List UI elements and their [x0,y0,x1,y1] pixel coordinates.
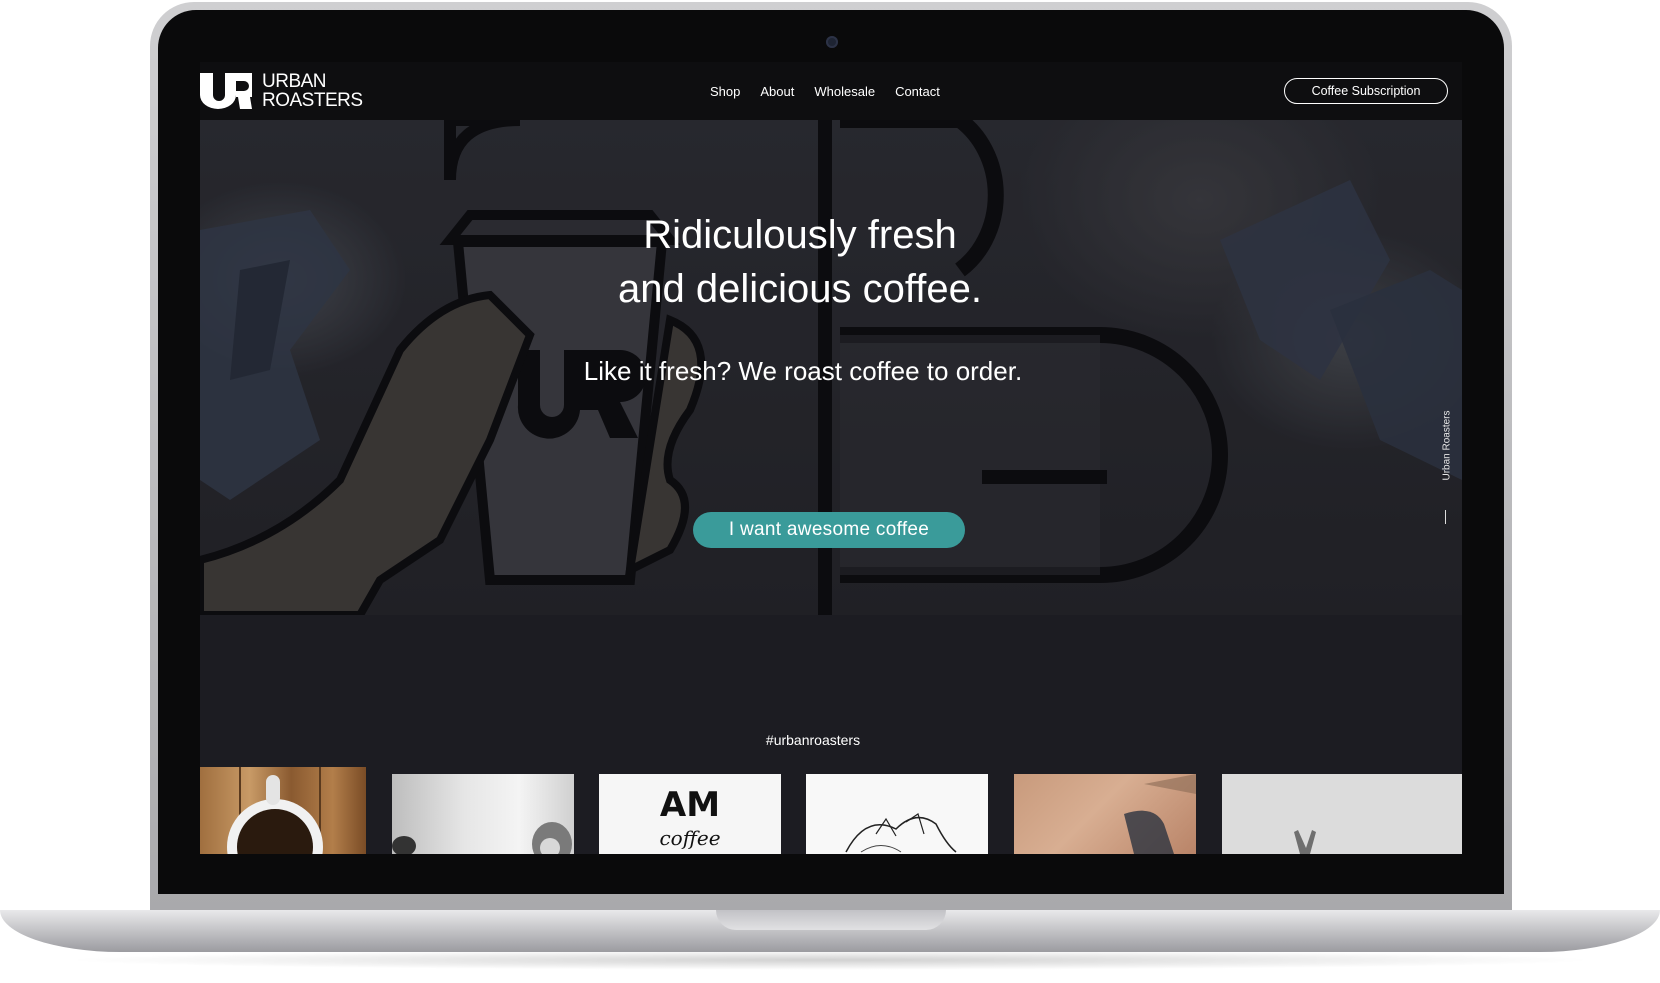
nav-item-contact[interactable]: Contact [895,84,940,99]
instagram-gallery: AM coffee [200,767,1462,854]
side-label-text: Urban Roasters [1441,410,1453,481]
website-screen: URBAN ROASTERS Shop About Wholesale Cont… [200,62,1462,854]
camera-icon [826,36,838,48]
coffee-cup-icon [227,767,323,854]
laptop-notch [716,910,946,930]
gallery-tile-coffee-bag[interactable] [1014,774,1196,854]
main-menu: Shop About Wholesale Contact [710,62,940,120]
side-vertical-label: Urban Roasters [1440,380,1454,560]
side-label-line [1445,510,1446,524]
am-coffee-lettering: AM [599,788,781,822]
coffee-script-text: coffee [659,826,721,850]
top-nav: URBAN ROASTERS Shop About Wholesale Cont… [200,62,1462,120]
gallery-tile-am-coffee[interactable]: AM coffee [599,774,781,854]
laptop-shadow [60,950,1600,970]
hero-subtitle: Like it fresh? We roast coffee to order. [583,356,1023,386]
ur-logo-icon [200,73,252,109]
coffee-bag-icon [1124,774,1196,854]
hero-title-line1: Ridiculously fresh [643,213,957,257]
gallery-tile-sketch[interactable] [806,774,988,854]
instagram-hashtag[interactable]: #urbanroasters [200,732,1426,748]
portrait-photo-icon [392,822,572,854]
nav-item-wholesale[interactable]: Wholesale [814,84,875,99]
brand-line1: URBAN [262,71,327,92]
sketch-illustration-icon [845,813,957,853]
hero-title: Ridiculously fresh and delicious coffee. [200,208,1400,316]
hero-title-line2: and delicious coffee. [618,267,982,311]
awesome-coffee-button[interactable]: I want awesome coffee [693,512,965,548]
gallery-tile-coffee-cup[interactable] [200,767,366,854]
hero-section: Ridiculously fresh and delicious coffee.… [200,120,1462,615]
hand-peace-icon [1294,830,1316,854]
brand-line2: ROASTERS [262,90,363,111]
brand-logo[interactable]: URBAN ROASTERS [200,72,363,110]
am-text: AM [659,785,721,825]
brand-wordmark: URBAN ROASTERS [262,72,363,110]
nav-item-shop[interactable]: Shop [710,84,740,99]
gallery-tile-portrait[interactable] [392,774,574,854]
coffee-subscription-button[interactable]: Coffee Subscription [1284,78,1448,104]
nav-item-about[interactable]: About [760,84,794,99]
gallery-tile-peace-sign[interactable] [1222,774,1462,854]
